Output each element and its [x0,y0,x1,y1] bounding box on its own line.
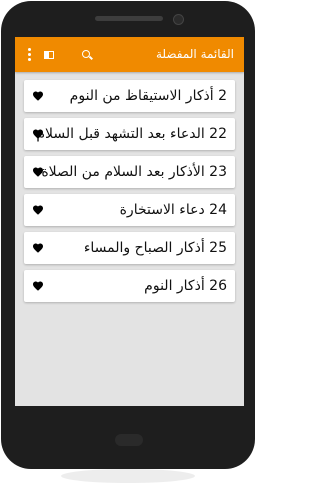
list-item-label: 25 أذكار الصباح والمساء [83,240,227,256]
phone-frame: القائمة المفضلة 2 أذكار الاستيقاظ من الن… [0,0,256,494]
heart-icon[interactable] [32,90,44,102]
list-item[interactable]: 24 دعاء الاستخارة [24,194,235,226]
search-icon[interactable] [77,37,97,72]
heart-icon[interactable] [32,128,44,140]
heart-icon[interactable] [32,280,44,292]
list-item[interactable]: 2 أذكار الاستيقاظ من النوم [24,80,235,112]
list-item[interactable]: 22 الدعاء بعد التشهد قبل السلام [24,118,235,150]
phone-body: القائمة المفضلة 2 أذكار الاستيقاظ من الن… [1,1,255,483]
list-item-label: 2 أذكار الاستيقاظ من النوم [69,88,227,104]
list-item-label: 23 الأذكار بعد السلام من الصلاة [41,164,227,180]
app-screen: القائمة المفضلة 2 أذكار الاستيقاظ من الن… [15,37,244,406]
list-item-label: 22 الدعاء بعد التشهد قبل السلام [36,126,227,142]
list-item[interactable]: 26 أذكار النوم [24,270,235,302]
book-icon[interactable] [39,37,59,72]
favorites-list: 2 أذكار الاستيقاظ من النوم 22 الدعاء بعد… [15,72,244,302]
app-bar: القائمة المفضلة [15,37,244,72]
heart-icon[interactable] [32,204,44,216]
phone-camera [173,14,184,25]
list-item-label: 24 دعاء الاستخارة [119,202,227,218]
list-item[interactable]: 25 أذكار الصباح والمساء [24,232,235,264]
overflow-menu-icon[interactable] [19,37,39,72]
phone-speaker [95,16,163,21]
home-button[interactable] [115,434,143,446]
page-title: القائمة المفضلة [155,47,234,61]
list-item[interactable]: 23 الأذكار بعد السلام من الصلاة [24,156,235,188]
heart-icon[interactable] [32,166,44,178]
heart-icon[interactable] [32,242,44,254]
list-item-label: 26 أذكار النوم [144,278,227,294]
